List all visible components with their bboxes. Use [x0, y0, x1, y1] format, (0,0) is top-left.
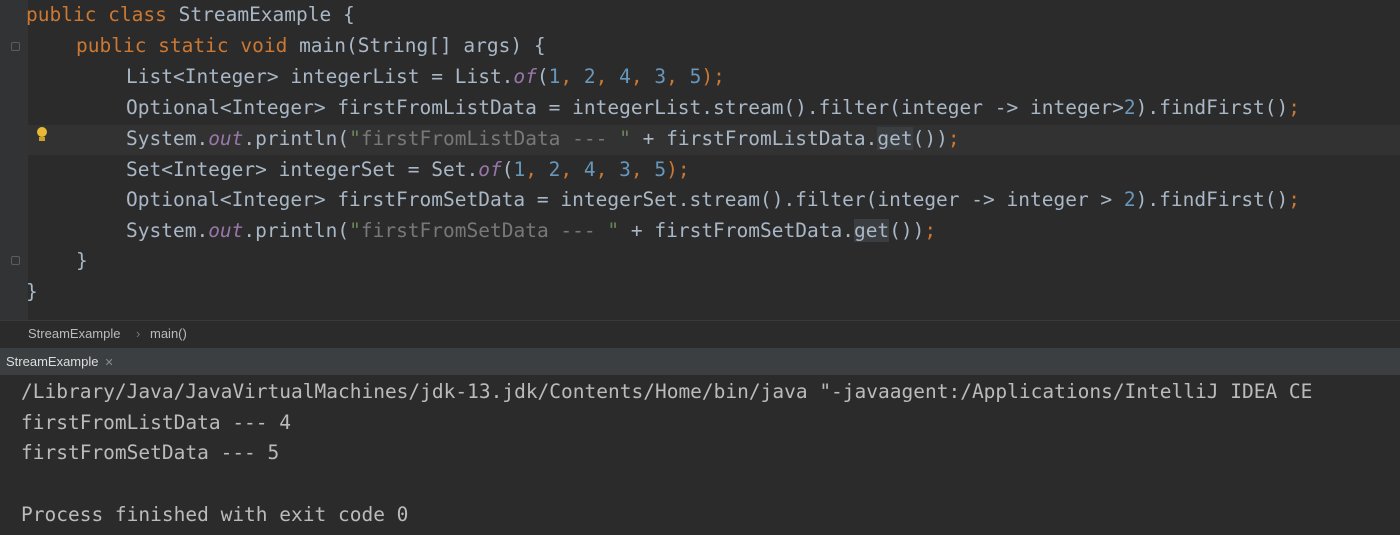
console-line: firstFromListData --- 4: [21, 411, 292, 434]
run-console[interactable]: /Library/Java/JavaVirtualMachines/jdk-13…: [0, 375, 1400, 535]
close-icon[interactable]: ✕: [104, 357, 113, 369]
console-line: Process finished with exit code 0: [21, 503, 409, 526]
console-line: /Library/Java/JavaVirtualMachines/jdk-13…: [21, 380, 1313, 403]
code-line-8: System.out.println("firstFromSetData ---…: [126, 219, 937, 242]
run-tab-streamexample[interactable]: StreamExample ✕: [0, 348, 122, 376]
code-line-5: System.out.println("firstFromListData --…: [126, 127, 960, 150]
code-line-10: }: [26, 280, 38, 303]
code-line-6: Set<Integer> integerSet = Set.of(1, 2, 4…: [126, 158, 690, 181]
run-tab-label: StreamExample: [6, 354, 99, 369]
editor-gutter: [0, 0, 28, 320]
breadcrumb: StreamExample › main(): [0, 320, 1400, 348]
fold-marker-icon[interactable]: [11, 42, 20, 51]
code-line-1: public class StreamExample {: [26, 3, 355, 26]
breadcrumb-class[interactable]: StreamExample: [28, 321, 120, 347]
breadcrumb-separator: ›: [136, 326, 141, 341]
console-line: firstFromSetData --- 5: [21, 441, 280, 464]
breadcrumb-method[interactable]: main(): [150, 321, 187, 347]
lightbulb-icon[interactable]: [35, 127, 49, 143]
code-line-4: Optional<Integer> firstFromListData = in…: [126, 96, 1301, 119]
code-editor[interactable]: public class StreamExample { public stat…: [0, 0, 1400, 320]
code-line-2: public static void main(String[] args) {: [76, 34, 546, 57]
code-line-7: Optional<Integer> firstFromSetData = int…: [126, 188, 1301, 211]
code-line-3: List<Integer> integerList = List.of(1, 2…: [126, 65, 725, 88]
fold-marker-icon[interactable]: [11, 256, 20, 265]
code-line-9: }: [76, 249, 88, 272]
run-tool-window-header: StreamExample ✕: [0, 347, 1400, 376]
